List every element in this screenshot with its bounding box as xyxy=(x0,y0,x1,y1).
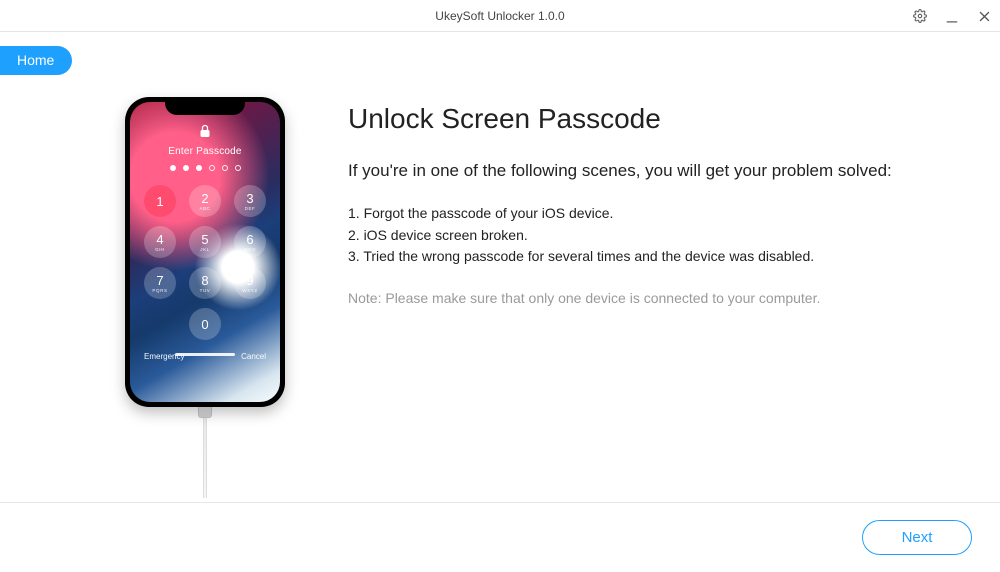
keypad-key: 5JKL xyxy=(189,226,221,258)
device-illustration: Enter Passcode 1 2ABC 3DEF 4GHI 5JKL 6MN… xyxy=(100,97,310,505)
page-title: Unlock Screen Passcode xyxy=(348,103,960,135)
description-panel: Unlock Screen Passcode If you're in one … xyxy=(310,97,960,505)
passcode-dots xyxy=(130,165,280,171)
keypad-key: 2ABC xyxy=(189,185,221,217)
keypad-key: 1 xyxy=(144,185,176,217)
keypad-key: 8TUV xyxy=(189,267,221,299)
keypad-key: 3DEF xyxy=(234,185,266,217)
list-item: 1. Forgot the passcode of your iOS devic… xyxy=(348,203,960,225)
tab-home[interactable]: Home xyxy=(0,46,72,75)
keypad: 1 2ABC 3DEF 4GHI 5JKL 6MNO 7PQRS 8TUV 9W… xyxy=(130,185,280,340)
minimize-icon[interactable]: _ xyxy=(942,6,962,26)
scenario-list: 1. Forgot the passcode of your iOS devic… xyxy=(348,203,960,268)
keypad-key: 0 xyxy=(189,308,221,340)
keypad-key: 6MNO xyxy=(234,226,266,258)
gear-icon[interactable] xyxy=(910,6,930,26)
next-button[interactable]: Next xyxy=(862,520,972,555)
phone-frame: Enter Passcode 1 2ABC 3DEF 4GHI 5JKL 6MN… xyxy=(125,97,285,407)
cable-connector xyxy=(198,406,212,418)
window-title: UkeySoft Unlocker 1.0.0 xyxy=(435,9,564,23)
list-item: 3. Tried the wrong passcode for several … xyxy=(348,246,960,268)
titlebar: UkeySoft Unlocker 1.0.0 _ xyxy=(0,0,1000,32)
keypad-key: 4GHI xyxy=(144,226,176,258)
home-indicator xyxy=(175,353,235,356)
lock-icon xyxy=(199,124,211,138)
keypad-key: 9WXYZ xyxy=(234,267,266,299)
phone-screen: Enter Passcode 1 2ABC 3DEF 4GHI 5JKL 6MN… xyxy=(130,102,280,402)
main-content: Enter Passcode 1 2ABC 3DEF 4GHI 5JKL 6MN… xyxy=(0,75,1000,505)
footer-bar: Next xyxy=(0,502,1000,572)
close-icon[interactable] xyxy=(974,6,994,26)
usb-cable xyxy=(203,418,207,498)
window-controls: _ xyxy=(910,0,994,32)
keypad-key: 7PQRS xyxy=(144,267,176,299)
cancel-label: Cancel xyxy=(241,352,266,361)
list-item: 2. iOS device screen broken. xyxy=(348,225,960,247)
phone-notch xyxy=(165,97,245,115)
tab-bar: Home xyxy=(0,32,1000,75)
note-text: Note: Please make sure that only one dev… xyxy=(348,290,960,306)
lead-text: If you're in one of the following scenes… xyxy=(348,161,960,181)
passcode-prompt: Enter Passcode xyxy=(130,146,280,157)
